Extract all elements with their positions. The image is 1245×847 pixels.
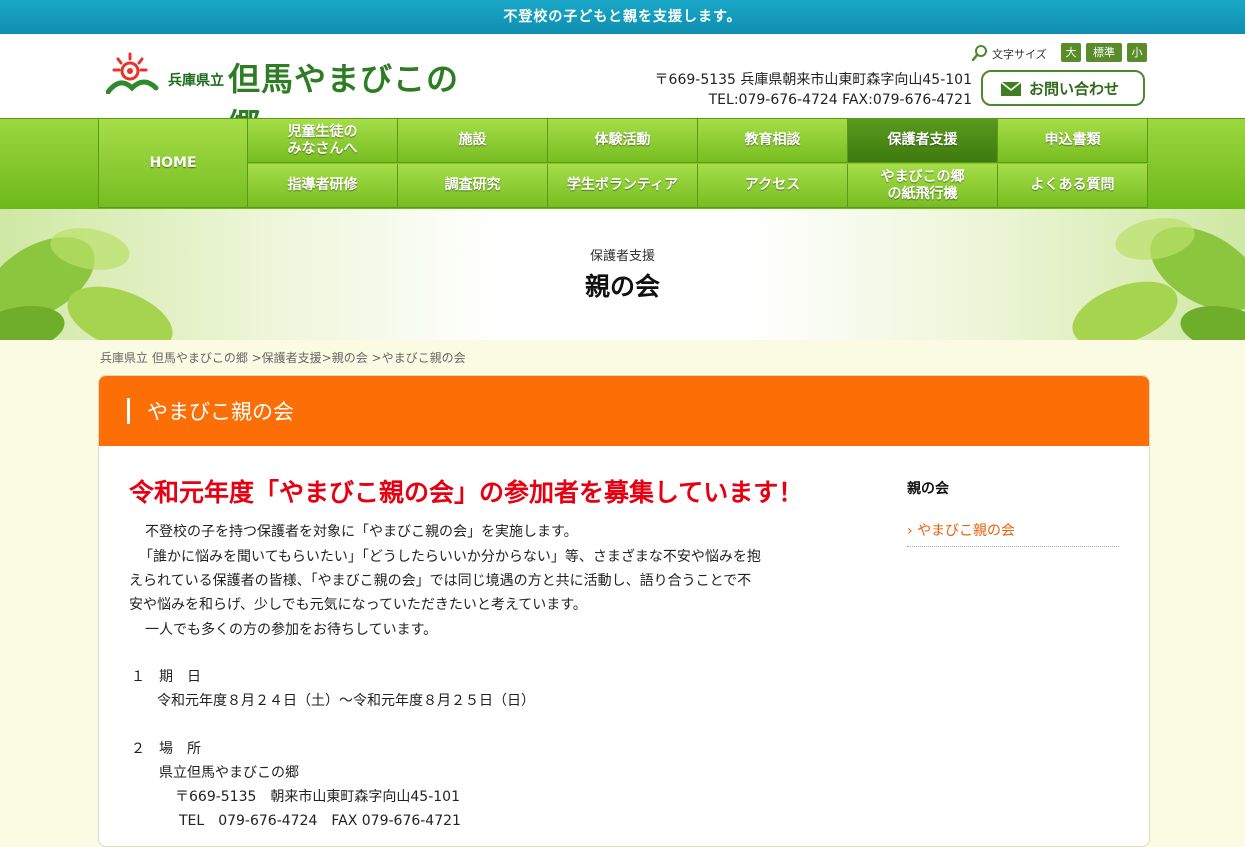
venue-contact: TEL 079-676-4724 FAX 079-676-4721 <box>179 813 461 829</box>
logo-prefix: 兵庫県立 <box>168 73 224 89</box>
contact-info: 〒669-5135 兵庫県朝来市山東町森字向山45-101 TEL:079-67… <box>560 70 972 110</box>
nav-paper-airplane[interactable]: やまびこの郷 の紙飛行機 <box>848 164 998 208</box>
mail-icon <box>1001 82 1021 96</box>
nav-research[interactable]: 調査研究 <box>398 164 548 208</box>
nav-home[interactable]: HOME <box>98 119 248 208</box>
font-size-standard-button[interactable]: 標準 <box>1086 43 1122 62</box>
heading-accent-bar <box>127 398 130 424</box>
search-icon <box>972 45 987 61</box>
content-panel: やまびこ親の会 令和元年度「やまびこ親の会」の参加者を募集しています！ 不登校の… <box>98 375 1150 847</box>
main-nav: HOME 児童生徒の みなさんへ 施設 体験活動 教育相談 保護者支援 申込書類… <box>0 118 1245 210</box>
nav-consultation-label: 教育相談 <box>744 132 801 148</box>
schedule-label: １ 期 日 <box>131 669 201 685</box>
contact-button[interactable]: お問い合わせ <box>981 70 1145 106</box>
sidebar-heading: 親の会 <box>907 481 949 497</box>
nav-student-volunteer[interactable]: 学生ボランティア <box>548 164 698 208</box>
nav-instructor-training[interactable]: 指導者研修 <box>248 164 398 208</box>
nav-paper-airplane-label: やまびこの郷 の紙飛行機 <box>880 168 965 202</box>
nav-access[interactable]: アクセス <box>698 164 848 208</box>
nav-facilities-label: 施設 <box>458 132 487 148</box>
hero-title: 親の会 <box>584 272 660 301</box>
nav-application-forms[interactable]: 申込書類 <box>998 119 1148 163</box>
nav-home-label: HOME <box>149 154 197 171</box>
font-size-small-button[interactable]: 小 <box>1127 43 1147 62</box>
nav-access-label: アクセス <box>744 177 801 193</box>
nav-activities-label: 体験活動 <box>594 132 651 148</box>
hero-subtitle: 保護者支援 <box>589 249 655 264</box>
nav-activities[interactable]: 体験活動 <box>548 119 698 163</box>
address-text: 〒669-5135 兵庫県朝来市山東町森字向山45-101 <box>654 72 972 88</box>
nav-students-label: 児童生徒の みなさんへ <box>287 123 358 157</box>
article-paragraph: えられている保護者の皆様、「やまびこ親の会」では同じ境遇の方と共に活動し、語り合… <box>129 573 752 589</box>
chevron-right-icon: › <box>907 523 913 539</box>
article-paragraph: 「誰かに悩みを聞いてもらいたい」「どうしたらいいか分からない」等、さまざまな不安… <box>139 549 761 565</box>
article-paragraph: 一人でも多くの方の参加をお待ちしています。 <box>145 622 438 638</box>
article-paragraph: 安や悩みを和らげ、少しでも元気になっていただきたいと考えています。 <box>129 597 587 613</box>
nav-faq-label: よくある質問 <box>1030 177 1115 193</box>
venue-name: 県立但馬やまびこの郷 <box>159 765 299 781</box>
nav-facilities[interactable]: 施設 <box>398 119 548 163</box>
font-size-control: 文字サイズ 大 標準 小 <box>970 43 1148 65</box>
venue-address: 〒669-5135 朝来市山東町森字向山45-101 <box>175 789 460 805</box>
contact-label: お問い合わせ <box>1029 80 1120 98</box>
logo-mark-icon <box>106 52 159 94</box>
panel-header: やまびこ親の会 <box>99 376 1149 446</box>
top-banner-text: 不登校の子どもと親を支援します。 <box>503 9 742 25</box>
panel-heading: やまびこ親の会 <box>147 400 294 424</box>
nav-application-forms-label: 申込書類 <box>1044 132 1101 148</box>
phone-fax-text: TEL:079-676-4724 FAX:079-676-4721 <box>708 92 972 108</box>
hero-banner: 保護者支援 親の会 <box>0 209 1245 340</box>
top-banner: 不登校の子どもと親を支援します。 <box>0 0 1245 34</box>
site-logo[interactable]: 兵庫県立 但馬やまびこの郷 <box>106 50 486 144</box>
site-header: 兵庫県立 但馬やまびこの郷 文字サイズ 大 標準 小 〒669-5135 兵庫県… <box>0 34 1245 144</box>
schedule-value: 令和元年度８月２４日（土）〜令和元年度８月２５日（日） <box>157 693 535 709</box>
sidebar-link-label: やまびこ親の会 <box>917 523 1016 539</box>
nav-research-label: 調査研究 <box>444 177 501 193</box>
nav-student-volunteer-label: 学生ボランティア <box>566 177 679 193</box>
venue-label: ２ 場 所 <box>131 741 201 757</box>
nav-guardian-support[interactable]: 保護者支援 <box>848 119 998 163</box>
nav-students[interactable]: 児童生徒の みなさんへ <box>248 119 398 163</box>
font-size-large-button[interactable]: 大 <box>1061 43 1081 62</box>
nav-faq[interactable]: よくある質問 <box>998 164 1148 208</box>
article-title: 令和元年度「やまびこ親の会」の参加者を募集しています！ <box>129 478 804 507</box>
article-paragraph: 不登校の子を持つ保護者を対象に「やまびこ親の会」を実施します。 <box>145 524 578 540</box>
breadcrumb[interactable]: 兵庫県立 但馬やまびこの郷 >保護者支援>親の会 >やまびこ親の会 <box>100 349 466 366</box>
nav-consultation[interactable]: 教育相談 <box>698 119 848 163</box>
nav-instructor-training-label: 指導者研修 <box>287 177 358 193</box>
font-size-label: 文字サイズ <box>992 48 1047 61</box>
nav-guardian-support-label: 保護者支援 <box>887 132 958 148</box>
sidebar-link-yamabiko[interactable]: › やまびこ親の会 <box>907 520 1119 547</box>
